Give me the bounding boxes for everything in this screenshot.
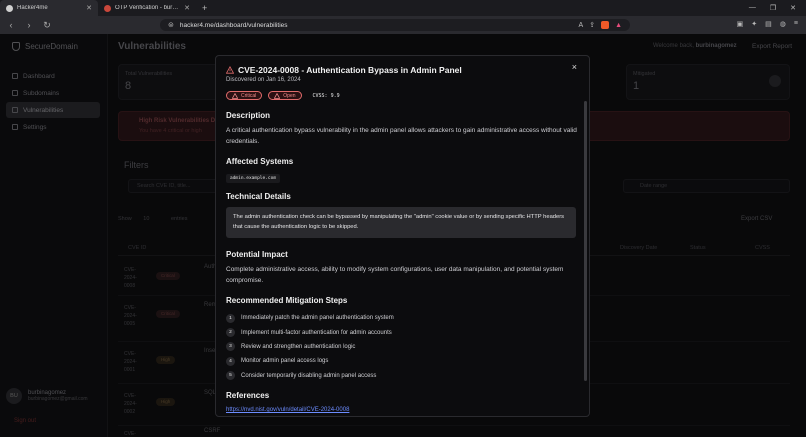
browser-tab-otp[interactable]: OTP Verification - burbinagomez@gm ✕ [98,0,196,16]
modal-title: CVE-2024-0008 - Authentication Bypass in… [226,65,462,75]
technical-details-heading: Technical Details [226,192,291,201]
window-controls: — ❐ ✕ [749,4,806,12]
translate-icon[interactable]: A [579,22,584,29]
close-tab-icon[interactable]: ✕ [184,4,190,12]
gmail-favicon-icon [104,4,111,12]
badge-row: Critical Open CVSS: 9.9 [226,91,345,100]
alert-icon [274,92,281,99]
modal-scrollbar[interactable] [584,101,587,381]
close-icon[interactable]: × [572,62,577,72]
severity-label: Critical [241,92,257,99]
step-number: 4 [226,356,235,366]
list-item: 5 Consider temporarily disabling admin p… [226,369,576,383]
minimize-icon[interactable]: — [749,4,756,12]
mitigation-heading: Recommended Mitigation Steps [226,296,348,305]
extensions-icon[interactable]: ✦ [751,20,757,28]
potential-impact-heading: Potential Impact [226,250,288,259]
warning-icon [226,66,234,74]
references-heading: References [226,391,270,400]
sidebar-toggle-icon[interactable]: ▣ [737,20,744,28]
maximize-icon[interactable]: ❐ [770,4,776,12]
toolbar-icons: ▣ ✦ ▤ ◍ ≡ [737,20,798,28]
browser-tab-hacker4me[interactable]: Hacker4me ✕ [0,0,98,16]
step-text: Consider temporarily disabling admin pan… [241,372,377,379]
description-text: A critical authentication bypass vulnera… [226,127,577,145]
technical-details-box: The admin authentication check can be by… [226,207,576,238]
menu-icon[interactable]: ≡ [794,20,798,28]
list-item: 1 Immediately patch the admin panel auth… [226,311,576,325]
list-item: 2 Implement multi-factor authentication … [226,325,576,339]
vpn-icon[interactable]: ◍ [780,20,786,28]
site-favicon-icon [6,4,13,12]
site-info-icon[interactable]: ⊜ [168,21,174,29]
back-icon[interactable]: ‹ [6,20,16,30]
status-label: Open [283,92,296,99]
step-text: Review and strengthen authentication log… [241,343,356,350]
brave-shield-icon[interactable] [601,21,610,29]
modal-title-text: CVE-2024-0008 - Authentication Bypass in… [238,65,462,75]
list-item: 4 Monitor admin panel access logs [226,354,576,368]
status-badge: Open [268,91,302,100]
reload-icon[interactable]: ↻ [42,20,52,31]
step-text: Immediately patch the admin panel authen… [241,315,394,322]
step-text: Implement multi-factor authentication fo… [241,329,392,336]
warning-icon [232,92,238,99]
close-tab-icon[interactable]: ✕ [86,4,92,12]
severity-badge: Critical [226,91,263,100]
share-icon[interactable]: ⇪ [589,21,595,29]
url-text[interactable]: hacker4.me/dashboard/vulnerabilities [180,22,573,29]
tab-title: Hacker4me [17,5,48,11]
step-text: Monitor admin panel access logs [241,358,329,365]
step-number: 5 [226,371,235,381]
affected-system: admin.example.com [226,174,281,183]
list-item: 3 Review and strengthen authentication l… [226,340,576,354]
step-number: 3 [226,342,235,352]
reference-link[interactable]: https://nvd.nist.gov/vuln/detail/CVE-202… [226,407,349,413]
browser-tab-bar: Hacker4me ✕ OTP Verification - burbinago… [0,0,806,16]
browser-toolbar: ‹ › ↻ ⊜ hacker4.me/dashboard/vulnerabili… [0,16,806,34]
forward-icon[interactable]: › [24,20,34,30]
brave-rewards-icon[interactable]: ▲ [615,22,622,29]
step-number: 1 [226,313,235,323]
mitigation-steps: 1 Immediately patch the admin panel auth… [226,311,576,383]
address-bar[interactable]: ⊜ hacker4.me/dashboard/vulnerabilities A… [160,19,630,31]
wallet-icon[interactable]: ▤ [765,20,772,28]
tab-title: OTP Verification - burbinagomez@gm [115,5,181,11]
close-window-icon[interactable]: ✕ [790,4,796,12]
cvss-score: CVSS: 9.9 [312,92,340,99]
discovered-date: Discovered on Jan 16, 2024 [226,77,301,83]
potential-impact-text: Complete administrative access, ability … [226,266,564,284]
description-heading: Description [226,111,271,120]
affected-systems-heading: Affected Systems [226,157,294,166]
vulnerability-detail-modal: × CVE-2024-0008 - Authentication Bypass … [215,55,590,417]
step-number: 2 [226,328,235,338]
new-tab-button[interactable]: + [196,3,213,13]
